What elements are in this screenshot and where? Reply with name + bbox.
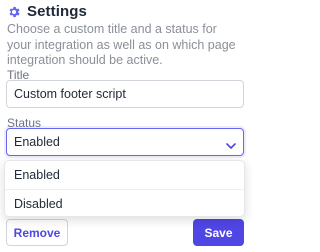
status-dropdown-menu: Enabled Disabled xyxy=(4,160,245,217)
status-option-enabled[interactable]: Enabled xyxy=(5,161,244,189)
status-select-value: Enabled xyxy=(14,135,60,149)
title-input-value: Custom footer script xyxy=(14,87,126,101)
status-select[interactable]: Enabled xyxy=(6,128,244,156)
gear-icon xyxy=(7,5,21,19)
settings-description: Choose a custom title and a status for y… xyxy=(7,22,236,67)
chevron-down-icon xyxy=(226,139,236,149)
title-input[interactable]: Custom footer script xyxy=(6,80,244,108)
page-title: Settings xyxy=(27,3,87,20)
save-button[interactable]: Save xyxy=(193,219,244,246)
remove-button[interactable]: Remove xyxy=(6,219,68,246)
settings-panel: Settings Choose a custom title and a sta… xyxy=(0,0,250,252)
status-option-disabled[interactable]: Disabled xyxy=(5,189,244,216)
settings-header: Settings xyxy=(7,3,87,20)
